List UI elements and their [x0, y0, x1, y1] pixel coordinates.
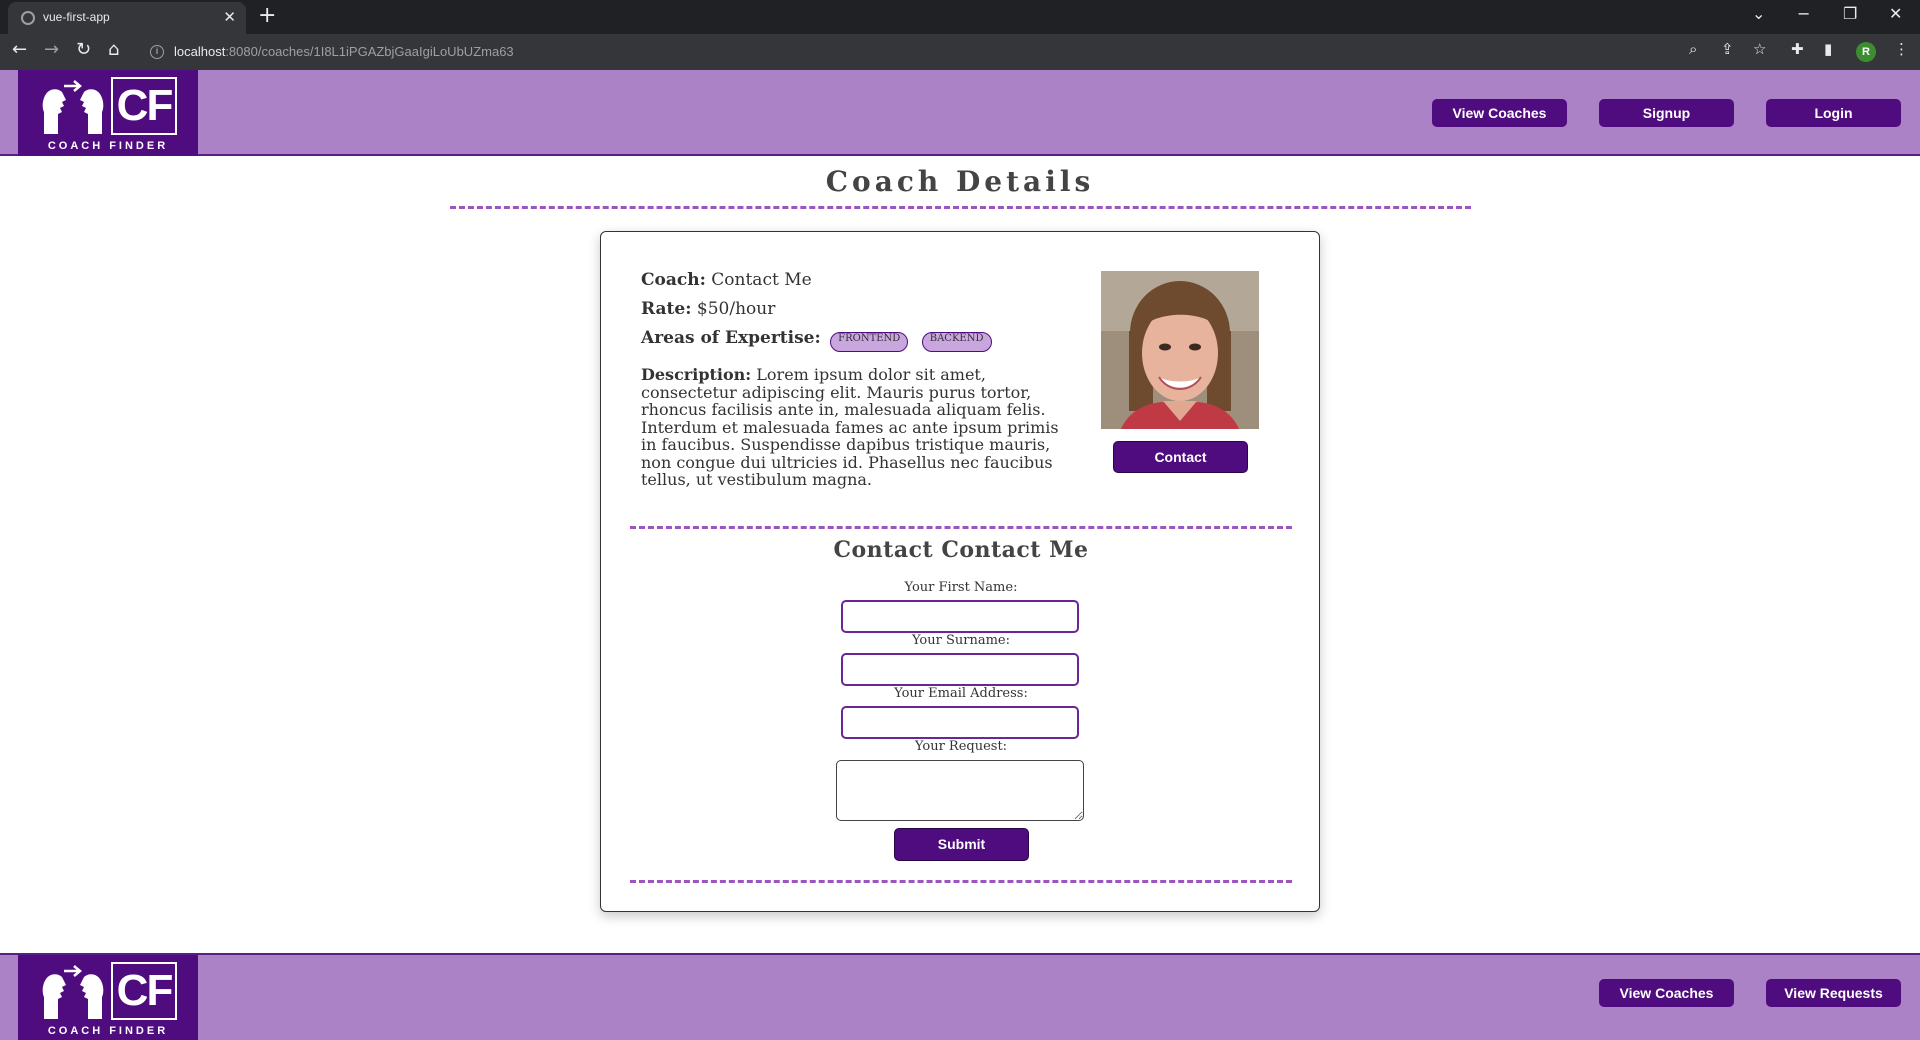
cf-monogram: CF	[111, 77, 177, 135]
browser-tab-strip: vue-first-app ✕ + ⌄ − ❐ ✕	[0, 0, 1920, 34]
site-info-icon[interactable]: i	[150, 45, 164, 59]
cf-monogram: CF	[111, 962, 177, 1020]
logo-text: COACH FINDER	[47, 140, 169, 152]
url-path: :8080/coaches/1I8L1iPGAZbjGaaIgiLoUbUZma…	[225, 44, 514, 59]
coach-photo	[1101, 271, 1259, 429]
share-icon[interactable]: ⇪	[1721, 40, 1734, 58]
cf-letters: CF	[116, 966, 174, 1015]
rate-value: $50/hour	[696, 299, 776, 319]
section-divider	[630, 526, 1292, 529]
email-input[interactable]	[841, 706, 1079, 739]
menu-kebab-icon[interactable]: ⋮	[1894, 40, 1909, 58]
close-window-icon[interactable]: ✕	[1889, 4, 1902, 23]
request-textarea[interactable]	[836, 760, 1084, 821]
description-text: Lorem ipsum dolor sit amet, consectetur …	[641, 365, 1059, 489]
description-label: Description:	[641, 365, 752, 384]
coach-finder-logo[interactable]: CF COACH FINDER	[18, 70, 198, 156]
request-label: Your Request:	[914, 739, 1008, 754]
tab-title: vue-first-app	[43, 10, 110, 24]
rate-row: Rate: $50/hour	[641, 299, 1071, 319]
forward-icon[interactable]: →	[44, 39, 59, 60]
minimize-icon[interactable]: −	[1797, 4, 1810, 23]
new-tab-icon[interactable]: +	[258, 3, 276, 28]
app-header: CF COACH FINDER View Coaches Signup Logi…	[0, 70, 1920, 156]
tab-search-icon[interactable]: ⌄	[1752, 4, 1765, 23]
login-button[interactable]: Login	[1766, 99, 1901, 127]
rate-label: Rate:	[641, 299, 692, 319]
first-name-label: Your First Name:	[904, 580, 1018, 595]
browser-tab[interactable]: vue-first-app ✕	[8, 2, 246, 34]
app-footer: CF COACH FINDER View Coaches View Reques…	[0, 953, 1920, 1040]
address-bar[interactable]: i localhost:8080/coaches/1I8L1iPGAZbjGaa…	[138, 38, 1878, 66]
globe-icon	[21, 11, 35, 25]
reload-icon[interactable]: ↻	[76, 39, 91, 60]
home-icon[interactable]: ⌂	[108, 39, 119, 60]
coach-info: Coach: Contact Me Rate: $50/hour Areas o…	[641, 270, 1071, 489]
back-icon[interactable]: ←	[12, 39, 27, 60]
view-coaches-button[interactable]: View Coaches	[1432, 99, 1567, 127]
email-label: Your Email Address:	[894, 686, 1028, 701]
restore-icon[interactable]: ❐	[1843, 4, 1857, 23]
close-tab-icon[interactable]: ✕	[223, 8, 236, 26]
coach-name-row: Coach: Contact Me	[641, 270, 1071, 290]
view-requests-button[interactable]: View Requests	[1766, 979, 1901, 1007]
bookmark-star-icon[interactable]: ☆	[1753, 40, 1766, 58]
contact-form-title: Contact Contact Me	[833, 537, 1089, 563]
url[interactable]: localhost:8080/coaches/1I8L1iPGAZbjGaaIg…	[174, 44, 514, 59]
surname-input[interactable]	[841, 653, 1079, 686]
submit-button[interactable]: Submit	[894, 828, 1029, 861]
coach-name: Contact Me	[711, 270, 812, 290]
logo-text: COACH FINDER	[47, 1025, 169, 1037]
expertise-badge-frontend: FRONTEND	[830, 332, 909, 352]
expertise-badge-backend: BACKEND	[921, 332, 992, 352]
footer-view-coaches-button[interactable]: View Coaches	[1599, 979, 1734, 1007]
heads-icon	[42, 965, 104, 1019]
signup-button[interactable]: Signup	[1599, 99, 1734, 127]
footer-coach-finder-logo[interactable]: CF COACH FINDER	[18, 955, 198, 1040]
zoom-icon[interactable]: ⌕	[1689, 40, 1697, 58]
first-name-input[interactable]	[841, 600, 1079, 633]
coach-label: Coach:	[641, 270, 706, 290]
coach-details-card: Coach: Contact Me Rate: $50/hour Areas o…	[600, 231, 1320, 912]
bottom-divider	[630, 880, 1292, 883]
url-host: localhost	[174, 44, 226, 59]
extensions-icon[interactable]: ✚	[1791, 40, 1804, 58]
expertise-row: Areas of Expertise: FRONTEND BACKEND	[641, 328, 1071, 352]
title-divider	[450, 206, 1471, 209]
cf-letters: CF	[116, 81, 174, 130]
description: Description: Lorem ipsum dolor sit amet,…	[641, 366, 1071, 489]
heads-icon	[42, 80, 104, 134]
page-title: Coach Details	[825, 165, 1095, 198]
expertise-label: Areas of Expertise:	[641, 328, 821, 348]
profile-avatar[interactable]: R	[1856, 42, 1876, 62]
surname-label: Your Surname:	[911, 633, 1010, 648]
side-panel-icon[interactable]: ▮	[1824, 40, 1832, 58]
contact-button[interactable]: Contact	[1113, 441, 1248, 473]
browser-toolbar: ← → ↻ ⌂ i localhost:8080/coaches/1I8L1iP…	[0, 34, 1920, 70]
